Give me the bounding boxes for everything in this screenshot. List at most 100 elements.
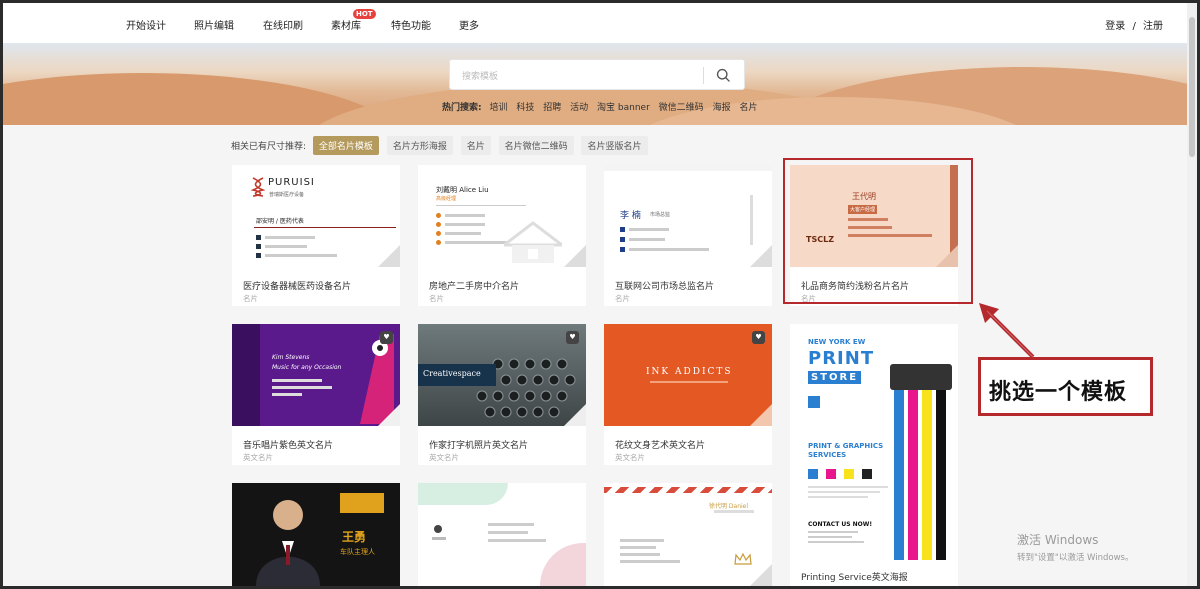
chip-all-business-cards[interactable]: 全部名片模板 — [312, 136, 379, 155]
page-curl — [564, 245, 586, 267]
thumb-brand: PURUISI — [268, 177, 315, 188]
search-icon[interactable] — [715, 67, 732, 84]
thumb-line — [272, 386, 332, 389]
house-graphic-icon — [504, 221, 562, 263]
thumb-tagline: Music for any Occasion — [272, 364, 342, 371]
search-divider — [703, 67, 704, 84]
login-link[interactable]: 登录 — [1105, 21, 1125, 32]
nav-online-print[interactable]: 在线印刷 — [263, 17, 303, 32]
template-thumbnail: 徐代明 Daniel — [604, 483, 772, 586]
template-thumbnail: INK ADDICTS ♥ — [604, 324, 772, 426]
chip-business-card[interactable]: 名片 — [460, 136, 491, 155]
template-category: 英文名片 — [243, 453, 273, 462]
page-curl — [750, 564, 772, 586]
template-card[interactable]: 徐代明 Daniel — [604, 483, 772, 586]
template-title[interactable]: 医疗设备器械医药设备名片 — [243, 279, 351, 292]
scrollbar-thumb[interactable] — [1189, 17, 1195, 157]
template-title[interactable]: 花纹文身艺术英文名片 — [615, 438, 705, 451]
hot-search-label: 热门搜索: — [442, 103, 482, 113]
template-title[interactable]: 房地产二手房中介名片 — [429, 279, 519, 292]
page-curl — [378, 404, 400, 426]
thumb-line — [629, 238, 665, 241]
template-card[interactable]: 李 楠 市场总监 互联网公司市场总监名片 名片 — [604, 165, 772, 306]
thumb-rule — [254, 227, 396, 228]
top-navbar: 开始设计 照片编辑 在线印刷 素材库 HOT 特色功能 更多 登录 / 注册 — [3, 3, 1187, 43]
nav-photo-edit[interactable]: 照片编辑 — [194, 17, 234, 32]
thumb-line — [808, 496, 868, 498]
thumb-line — [445, 241, 509, 244]
service-icon — [862, 469, 872, 479]
thumb-line — [265, 245, 307, 248]
hot-term[interactable]: 海报 — [713, 103, 731, 113]
auth-divider: / — [1132, 21, 1136, 32]
nav-start-design[interactable]: 开始设计 — [126, 17, 166, 32]
thumb-rule — [436, 205, 526, 206]
template-category: 名片 — [615, 294, 630, 303]
thumb-line — [714, 510, 754, 513]
search-input[interactable]: 搜索模板 — [462, 69, 498, 82]
chip-square-poster[interactable]: 名片方形海报 — [386, 136, 453, 155]
mobile-icon — [436, 222, 441, 227]
thumb-subbrand: 普瑞斯医疗设备 — [269, 192, 305, 198]
hot-term[interactable]: 微信二维码 — [659, 103, 704, 113]
thumb-header-band — [604, 165, 772, 171]
nav-more[interactable]: 更多 — [459, 17, 479, 32]
page-curl — [750, 245, 772, 267]
template-card[interactable]: PURUISI 普瑞斯医疗设备 邵安明 / 医药代表 医疗设备器械医药设备名片 … — [232, 165, 400, 306]
hot-term[interactable]: 招聘 — [543, 103, 561, 113]
thumb-title: 高级经理 — [436, 196, 457, 202]
service-icon — [808, 469, 818, 479]
thumb-corner-shape — [540, 543, 586, 586]
template-thumbnail: 王勇 车队主理人 — [232, 483, 400, 586]
location-icon — [436, 240, 441, 245]
template-category: 英文名片 — [615, 453, 645, 462]
thumb-line — [272, 379, 322, 382]
search-banner: 搜索模板 热门搜索: 培训 科技 招聘 活动 淘宝 banner 微信二维码 海… — [3, 43, 1187, 125]
pointer-arrow-icon — [979, 303, 1035, 359]
nav-special-features[interactable]: 特色功能 — [391, 17, 431, 32]
hot-term[interactable]: 淘宝 banner — [597, 103, 650, 113]
template-title[interactable]: 互联网公司市场总监名片 — [615, 279, 714, 292]
hot-term[interactable]: 科技 — [516, 103, 534, 113]
thumb-name: 李 楠 — [620, 211, 641, 221]
chip-wechat-qr[interactable]: 名片微信二维码 — [498, 136, 574, 155]
template-category: 名片 — [243, 294, 258, 303]
thumb-line — [808, 536, 852, 538]
favorite-icon[interactable]: ♥ — [566, 331, 579, 344]
favorite-icon[interactable]: ♥ — [752, 331, 765, 344]
thumb-line — [620, 546, 656, 549]
template-title[interactable]: 作家打字机照片英文名片 — [429, 438, 528, 451]
template-thumbnail: Creativespace ♥ — [418, 324, 586, 426]
mobile-icon — [256, 244, 261, 249]
register-link[interactable]: 注册 — [1143, 21, 1163, 32]
template-title[interactable]: 音乐唱片紫色英文名片 — [243, 438, 333, 451]
hot-term[interactable]: 培训 — [489, 103, 507, 113]
template-card[interactable]: Creativespace ♥ 作家打字机照片英文名片 英文名片 — [418, 324, 586, 465]
template-card[interactable]: NEW YORK EW PRINT STORE PRINT & GRAPHICS… — [790, 324, 958, 586]
thumb-corner-shape — [418, 483, 508, 505]
email-icon — [620, 247, 625, 252]
windows-activation-watermark: 激活 Windows 转到"设置"以激活 Windows。 — [1017, 531, 1133, 563]
template-card[interactable]: 刘戴明 Alice Liu 高级经理 房地产二手房中介名片 名片 — [418, 165, 586, 306]
thumb-line — [808, 541, 864, 543]
thumb-vertical-text — [750, 195, 753, 245]
chip-vertical-card[interactable]: 名片竖版名片 — [581, 136, 648, 155]
favorite-icon[interactable]: ♥ — [380, 331, 393, 344]
vertical-scrollbar[interactable] — [1187, 3, 1197, 586]
template-card[interactable]: Kim Stevens Music for any Occasion ♥ 音乐唱… — [232, 324, 400, 465]
hot-term[interactable]: 活动 — [570, 103, 588, 113]
thumb-line — [808, 531, 858, 533]
search-box[interactable]: 搜索模板 — [449, 59, 745, 90]
callout-text: 挑选一个模板 — [989, 380, 1128, 405]
template-card[interactable]: INK ADDICTS ♥ 花纹文身艺术英文名片 英文名片 — [604, 324, 772, 465]
template-card[interactable] — [418, 483, 586, 586]
nav-material-library[interactable]: 素材库 HOT — [331, 9, 376, 32]
color-stripe — [908, 390, 918, 560]
thumb-line — [272, 393, 302, 396]
paint-roller-icon — [808, 396, 820, 408]
template-title[interactable]: Printing Service英文海报 — [801, 570, 908, 583]
hot-term[interactable]: 名片 — [739, 103, 757, 113]
template-thumbnail: NEW YORK EW PRINT STORE PRINT & GRAPHICS… — [790, 324, 958, 560]
template-card[interactable]: 王勇 车队主理人 — [232, 483, 400, 586]
web-icon — [620, 237, 625, 242]
